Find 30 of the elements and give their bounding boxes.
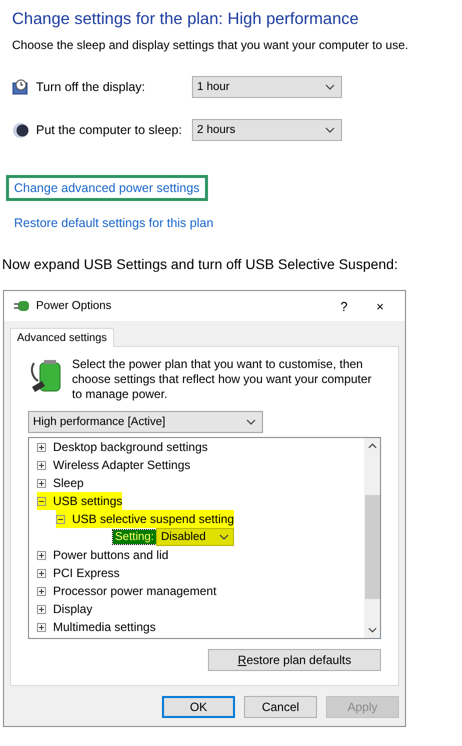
tree-item[interactable]: Desktop background settings <box>37 438 208 456</box>
tree-item[interactable]: Display <box>37 600 92 618</box>
description-text: Select the power plan that you want to customise, then choose settings that reflect how you want your computer to manage power. <box>72 357 372 402</box>
tree-item[interactable]: USB selective suspend setting <box>56 510 234 528</box>
setting-dropdown[interactable]: Disabled <box>156 528 234 546</box>
tree-item[interactable]: Power buttons and lid <box>37 546 168 564</box>
time-dropdown[interactable]: 2 hours <box>192 119 342 141</box>
tree-item[interactable]: Multimedia settings <box>37 618 156 636</box>
settings-link[interactable]: Restore default settings for this plan <box>6 210 222 236</box>
tree-item[interactable]: USB settings <box>37 492 122 510</box>
settings-link[interactable]: Change advanced power settings <box>6 175 208 201</box>
plan-dropdown[interactable]: High performance [Active] <box>28 411 263 433</box>
time-dropdown[interactable]: 1 hour <box>192 76 342 98</box>
tree-item[interactable]: PCI Express <box>37 564 120 582</box>
setting-label: Put the computer to sleep: <box>36 123 183 137</box>
dialog-button[interactable]: OK <box>162 696 235 718</box>
help-button[interactable]: ? <box>329 298 359 314</box>
page-subtitle: Choose the sleep and display settings that you want your computer to use. <box>12 38 410 52</box>
tree-item[interactable]: Wireless Adapter Settings <box>37 456 190 474</box>
tree-item[interactable]: Sleep <box>37 474 84 492</box>
dialog-button[interactable]: Cancel <box>244 696 317 718</box>
page-title: Change settings for the plan: High performance <box>12 10 360 29</box>
tab[interactable]: Advanced settings <box>10 328 114 347</box>
dialog-title: Power Options <box>36 300 112 312</box>
setting-label: Turn off the display: <box>36 80 146 94</box>
restore-defaults-button[interactable]: Restore plan defaults <box>208 649 381 671</box>
instruction-text: Now expand USB Settings and turn off USB Selective Suspend: <box>2 256 399 272</box>
tree-item[interactable]: Processor power management <box>37 582 216 600</box>
setting-label: Setting: <box>113 530 156 544</box>
close-button[interactable]: × <box>365 298 395 314</box>
